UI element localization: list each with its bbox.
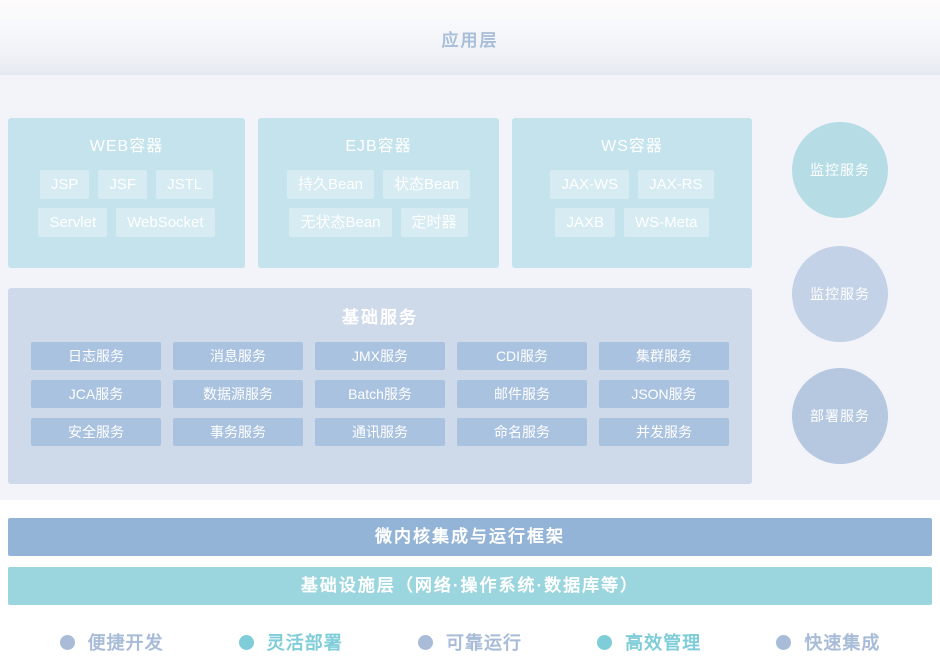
service-cluster[interactable]: 集群服务 bbox=[599, 342, 729, 370]
service-concurrency[interactable]: 并发服务 bbox=[599, 418, 729, 446]
tag-jsf[interactable]: JSF bbox=[98, 170, 148, 199]
feature-item-flexible-deployment: 灵活部署 bbox=[238, 629, 343, 655]
basic-services-title: 基础服务 bbox=[342, 308, 418, 327]
tag-persistent-bean[interactable]: 持久Bean bbox=[286, 170, 374, 199]
service-jca[interactable]: JCA服务 bbox=[31, 380, 161, 408]
microkernel-framework-bar[interactable]: 微内核集成与运行框架 bbox=[8, 518, 932, 556]
tag-websocket[interactable]: WebSocket bbox=[116, 208, 215, 237]
feature-label: 灵活部署 bbox=[266, 633, 343, 653]
web-container-box[interactable]: WEB容器 JSP JSF JSTL Servlet WebSocket bbox=[8, 118, 245, 268]
tag-jax-rs[interactable]: JAX-RS bbox=[638, 170, 714, 199]
side-circle-label: 部署服务 bbox=[810, 408, 870, 424]
bullet-dot-icon bbox=[238, 634, 254, 650]
tag-jsp[interactable]: JSP bbox=[39, 170, 90, 199]
service-jmx[interactable]: JMX服务 bbox=[315, 342, 445, 370]
ws-container-title: WS容器 bbox=[601, 138, 663, 155]
tag-jstl[interactable]: JSTL bbox=[156, 170, 214, 199]
ejb-container-box[interactable]: EJB容器 持久Bean 状态Bean 无状态Bean 定时器 bbox=[258, 118, 499, 268]
side-circle-monitoring-1[interactable]: 监控服务 bbox=[792, 122, 888, 218]
feature-item-convenient-development: 便捷开发 bbox=[59, 629, 164, 655]
tag-ws-meta[interactable]: WS-Meta bbox=[624, 208, 709, 237]
tag-stateless-bean[interactable]: 无状态Bean bbox=[289, 208, 392, 237]
tag-jax-ws[interactable]: JAX-WS bbox=[550, 170, 630, 199]
basic-services-row-3: 安全服务 事务服务 通讯服务 命名服务 并发服务 bbox=[8, 418, 752, 446]
side-circle-label: 监控服务 bbox=[810, 162, 870, 178]
service-log[interactable]: 日志服务 bbox=[31, 342, 161, 370]
bullet-dot-icon bbox=[59, 634, 75, 650]
service-json[interactable]: JSON服务 bbox=[599, 380, 729, 408]
feature-item-reliable-operation: 可靠运行 bbox=[417, 629, 522, 655]
tag-jaxb[interactable]: JAXB bbox=[555, 208, 615, 237]
side-circle-monitoring-2[interactable]: 监控服务 bbox=[792, 246, 888, 342]
web-container-tag-row-2: Servlet WebSocket bbox=[8, 208, 245, 237]
service-naming[interactable]: 命名服务 bbox=[457, 418, 587, 446]
feature-label: 快速集成 bbox=[804, 633, 881, 653]
header-band: 应用层 bbox=[0, 0, 940, 75]
ws-container-tag-row-1: JAX-WS JAX-RS bbox=[512, 170, 752, 199]
infrastructure-layer-bar[interactable]: 基础设施层（网络·操作系统·数据库等） bbox=[8, 567, 932, 605]
web-container-tag-row-1: JSP JSF JSTL bbox=[8, 170, 245, 199]
service-batch[interactable]: Batch服务 bbox=[315, 380, 445, 408]
tag-servlet[interactable]: Servlet bbox=[38, 208, 108, 237]
service-security[interactable]: 安全服务 bbox=[31, 418, 161, 446]
ws-container-box[interactable]: WS容器 JAX-WS JAX-RS JAXB WS-Meta bbox=[512, 118, 752, 268]
page-title: 应用层 bbox=[441, 31, 499, 50]
tag-timer[interactable]: 定时器 bbox=[400, 208, 468, 237]
ejb-container-tag-row-1: 持久Bean 状态Bean bbox=[258, 170, 499, 199]
basic-services-panel[interactable]: 基础服务 日志服务 消息服务 JMX服务 CDI服务 集群服务 JCA服务 数据… bbox=[8, 288, 752, 484]
feature-item-efficient-management: 高效管理 bbox=[597, 629, 701, 655]
web-container-title: WEB容器 bbox=[89, 138, 164, 155]
service-communication[interactable]: 通讯服务 bbox=[315, 418, 445, 446]
basic-services-row-2: JCA服务 数据源服务 Batch服务 邮件服务 JSON服务 bbox=[8, 380, 752, 408]
ejb-container-tag-row-2: 无状态Bean 定时器 bbox=[258, 208, 499, 237]
bullet-dot-icon bbox=[776, 634, 792, 650]
side-circle-label: 监控服务 bbox=[810, 286, 870, 302]
footer-feature-list: 便捷开发 灵活部署 可靠运行 高效管理 快速集成 bbox=[0, 619, 940, 665]
ejb-container-title: EJB容器 bbox=[345, 138, 412, 155]
feature-item-fast-integration: 快速集成 bbox=[776, 629, 880, 655]
service-mail[interactable]: 邮件服务 bbox=[457, 380, 587, 408]
feature-label: 可靠运行 bbox=[445, 633, 522, 653]
feature-label: 便捷开发 bbox=[87, 633, 164, 653]
service-datasource[interactable]: 数据源服务 bbox=[173, 380, 303, 408]
basic-services-row-1: 日志服务 消息服务 JMX服务 CDI服务 集群服务 bbox=[8, 342, 752, 370]
feature-label: 高效管理 bbox=[625, 633, 702, 653]
ws-container-tag-row-2: JAXB WS-Meta bbox=[512, 208, 752, 237]
service-cdi[interactable]: CDI服务 bbox=[457, 342, 587, 370]
bullet-dot-icon bbox=[597, 634, 613, 650]
side-circle-deployment[interactable]: 部署服务 bbox=[792, 368, 888, 464]
service-transaction[interactable]: 事务服务 bbox=[173, 418, 303, 446]
tag-stateful-bean[interactable]: 状态Bean bbox=[383, 170, 471, 199]
service-message[interactable]: 消息服务 bbox=[173, 342, 303, 370]
bullet-dot-icon bbox=[417, 634, 433, 650]
